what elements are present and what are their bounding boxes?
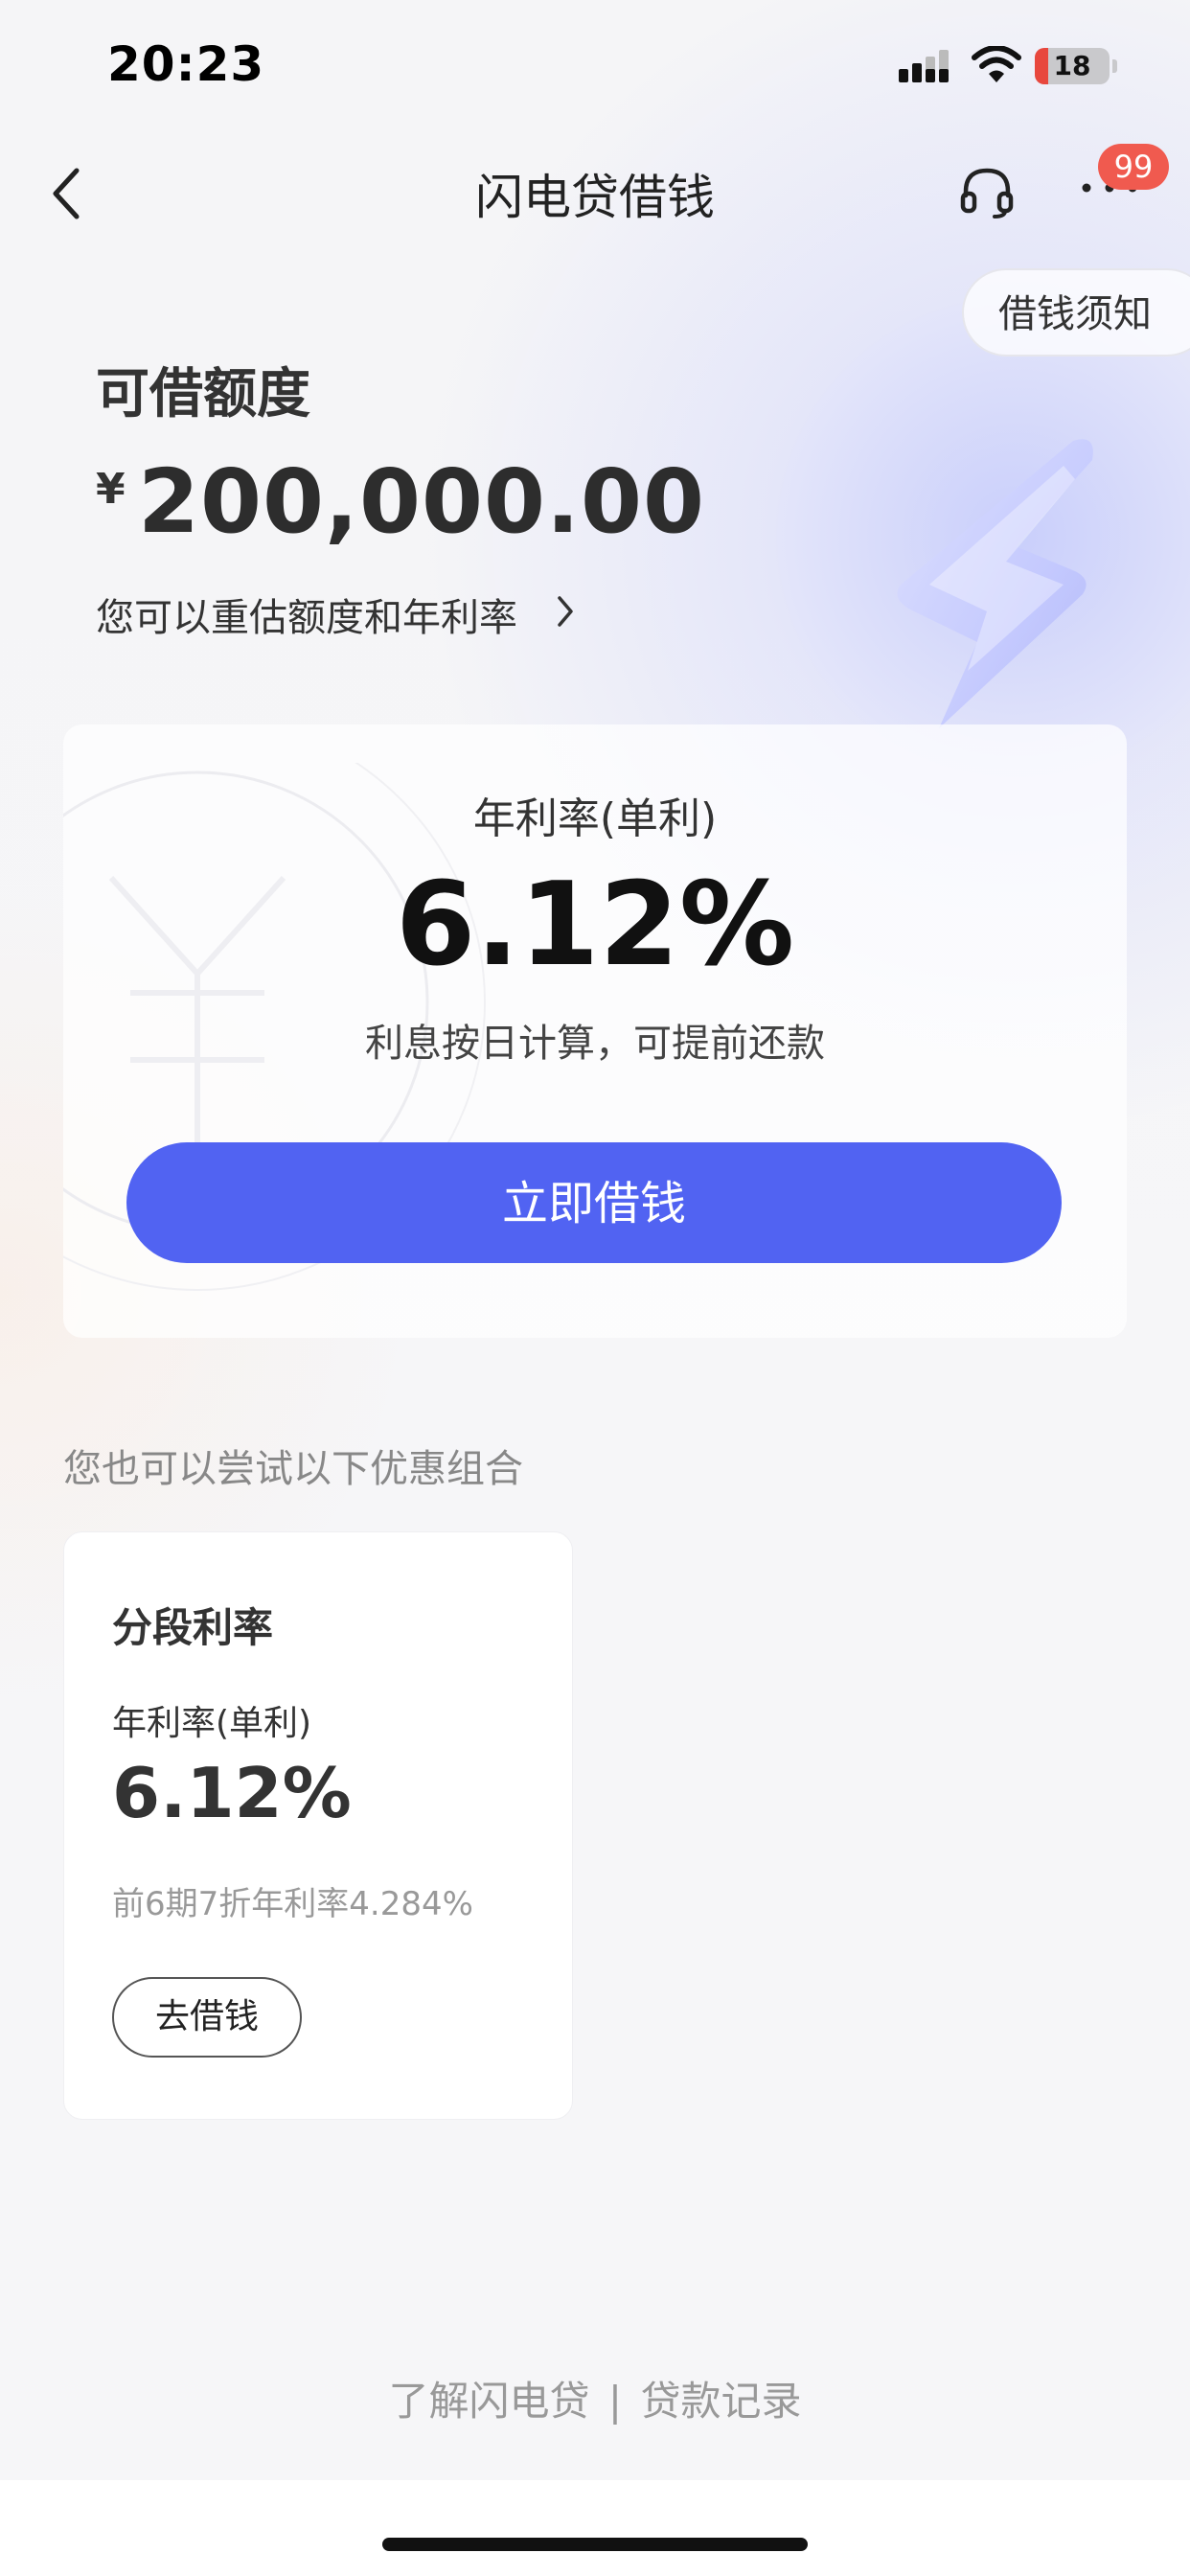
- about-link[interactable]: 了解闪电贷: [389, 2378, 590, 2425]
- currency-symbol: ¥: [96, 465, 126, 514]
- headset-icon[interactable]: [958, 163, 1016, 220]
- borrow-now-button[interactable]: 立即借钱: [126, 1142, 1062, 1263]
- quota-label: 可借额度: [96, 363, 310, 426]
- lightning-bolt-icon: [897, 439, 1093, 728]
- promo-discount: 前6期7折年利率4.284%: [112, 1885, 473, 1923]
- promo-rate-label: 年利率(单利): [112, 1704, 312, 1743]
- bottom-safe-area: [0, 2480, 1190, 2576]
- wifi-icon: [972, 46, 1021, 82]
- battery-cap: [1112, 59, 1117, 73]
- loan-records-link[interactable]: 贷款记录: [640, 2378, 801, 2425]
- footer-separator: |: [607, 2378, 623, 2425]
- rate-note: 利息按日计算，可提前还款: [365, 1022, 825, 1066]
- battery-indicator: 18: [1035, 48, 1110, 84]
- notification-badge: 99: [1098, 144, 1169, 190]
- notice-button[interactable]: 借钱须知: [962, 268, 1190, 356]
- quota-amount: 200,000.00: [138, 450, 706, 553]
- promo-title: 分段利率: [112, 1604, 274, 1651]
- footer-links: 了解闪电贷 | 贷款记录: [0, 2369, 1190, 2427]
- status-time: 20:23: [107, 36, 265, 92]
- reestimate-link[interactable]: 您可以重估额度和年利率: [96, 586, 517, 642]
- promo-card[interactable]: 分段利率 年利率(单利) 6.12% 前6期7折年利率4.284% 去借钱: [63, 1531, 573, 2120]
- battery-level: 18: [1053, 50, 1091, 81]
- rate-card: 年利率(单利) 6.12% 利息按日计算，可提前还款 立即借钱: [63, 724, 1127, 1338]
- chevron-right-icon[interactable]: [556, 594, 575, 629]
- promo-rate-value: 6.12%: [112, 1753, 352, 1833]
- home-indicator[interactable]: [382, 2538, 808, 2551]
- promo-heading: 您也可以尝试以下优惠组合: [63, 1447, 523, 1491]
- signal-icon: [899, 50, 949, 82]
- rate-value: 6.12%: [395, 859, 795, 992]
- go-borrow-button[interactable]: 去借钱: [112, 1977, 302, 2058]
- rate-label: 年利率(单利): [472, 794, 718, 843]
